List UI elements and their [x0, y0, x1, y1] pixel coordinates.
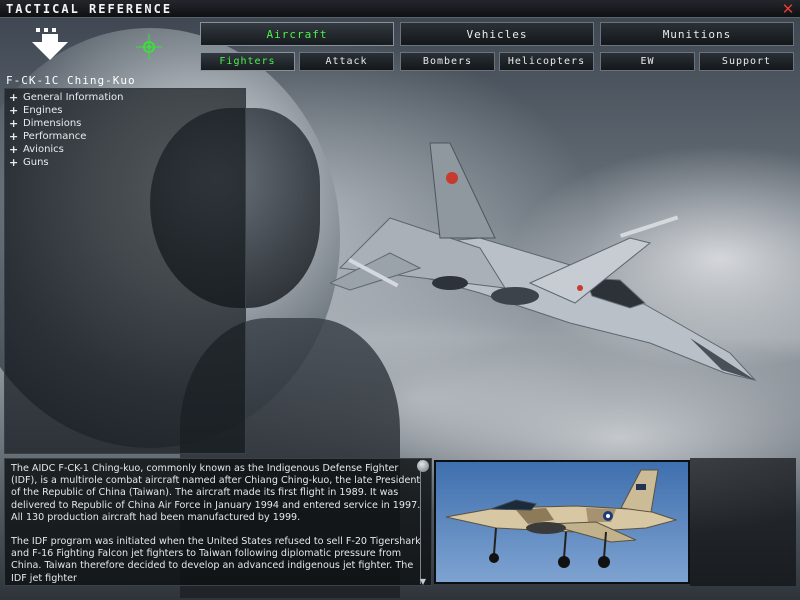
- close-icon[interactable]: ✕: [780, 1, 796, 17]
- subtab-fighters[interactable]: Fighters: [200, 52, 295, 71]
- section-label: Guns: [23, 157, 49, 168]
- subtab-support[interactable]: Support: [699, 52, 794, 71]
- section-label: Dimensions: [23, 118, 82, 129]
- description-scrollbar[interactable]: [420, 460, 428, 584]
- section-label: General Information: [23, 92, 124, 103]
- crosshair-icon: [136, 34, 162, 60]
- photo-side-panel: [690, 458, 796, 586]
- section-label: Performance: [23, 131, 87, 142]
- info-panel: + General Information + Engines + Dimens…: [4, 88, 246, 454]
- aircraft-photo: [434, 460, 690, 584]
- section-performance[interactable]: + Performance: [9, 130, 86, 143]
- plus-icon: +: [9, 91, 19, 104]
- section-engines[interactable]: + Engines: [9, 104, 62, 117]
- description-paragraph: The IDF program was initiated when the U…: [11, 536, 421, 584]
- plus-icon: +: [9, 156, 19, 169]
- subtab-ew[interactable]: EW: [600, 52, 695, 71]
- plus-icon: +: [9, 117, 19, 130]
- aircraft-name: F-CK-1C Ching-Kuo: [6, 74, 136, 87]
- plus-icon: +: [9, 130, 19, 143]
- scroll-down-icon[interactable]: ▼: [419, 578, 427, 586]
- subtab-attack[interactable]: Attack: [299, 52, 394, 71]
- plus-icon: +: [9, 143, 19, 156]
- scrollbar-thumb[interactable]: [417, 460, 429, 472]
- section-general-information[interactable]: + General Information: [9, 91, 123, 104]
- section-label: Avionics: [23, 144, 64, 155]
- section-dimensions[interactable]: + Dimensions: [9, 117, 81, 130]
- section-label: Engines: [23, 105, 63, 116]
- plus-icon: +: [9, 104, 19, 117]
- tab-munitions[interactable]: Munitions: [600, 22, 794, 46]
- section-guns[interactable]: + Guns: [9, 156, 49, 169]
- tab-aircraft[interactable]: Aircraft: [200, 22, 394, 46]
- tab-vehicles[interactable]: Vehicles: [400, 22, 594, 46]
- section-avionics[interactable]: + Avionics: [9, 143, 64, 156]
- description-panel: The AIDC F-CK-1 Ching-kuo, commonly know…: [4, 458, 432, 586]
- title-bar: Tactical Reference ✕: [0, 0, 800, 18]
- down-arrow-icon[interactable]: [30, 26, 70, 66]
- description-text: The AIDC F-CK-1 Ching-kuo, commonly know…: [11, 463, 421, 585]
- subtab-bombers[interactable]: Bombers: [400, 52, 495, 71]
- fighter-jet-illustration: [330, 142, 757, 381]
- window-title: Tactical Reference: [6, 2, 173, 16]
- description-paragraph: The AIDC F-CK-1 Ching-kuo, commonly know…: [11, 463, 421, 523]
- subtab-helicopters[interactable]: Helicopters: [499, 52, 594, 71]
